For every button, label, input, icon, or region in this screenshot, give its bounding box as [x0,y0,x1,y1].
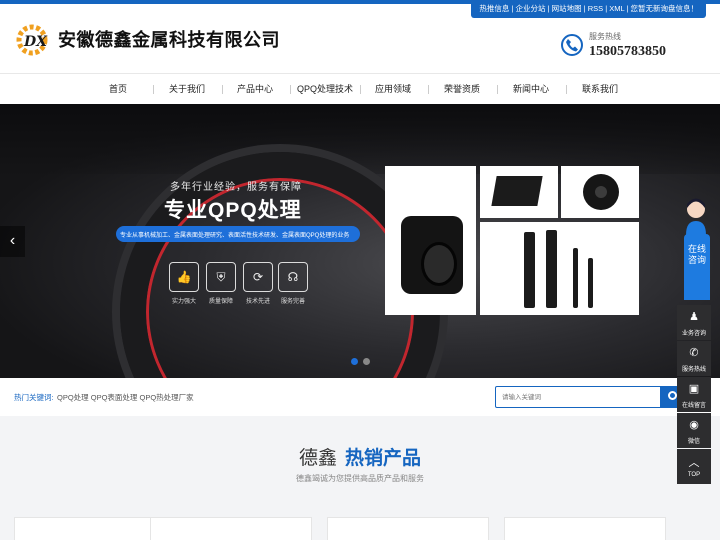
customer-service-avatar-icon[interactable] [683,195,709,235]
banner-prev-button[interactable]: ‹ [0,226,25,257]
side-btn-qq[interactable]: ♟ 业务咨询 [677,305,711,340]
nav-item-applications[interactable]: 应用领域 [358,74,428,104]
nav-item-contact[interactable]: 联系我们 [565,74,635,104]
search-icon [668,391,677,400]
wechat-icon: ◉ [689,419,699,431]
nav-item-qpq[interactable]: QPQ处理技术 [290,74,360,104]
banner-description: 专业从事机械加工、金属表面处理研究、表面活性技术研发、金属表面QPQ处理的业务 [120,233,350,239]
sleeve-part-image [401,216,463,294]
side-btn-wechat[interactable]: ◉ 微信 [677,413,711,448]
online-service-button[interactable]: 在线咨询 [684,234,710,300]
pin-part-image [524,232,535,308]
section-subtitle: 德鑫竭诚为您提供高品质产品和服务 [296,474,424,483]
message-icon: ▣ [688,383,700,395]
top-arrow-icon: ︿ [688,457,700,469]
qq-icon: ♟ [689,311,699,323]
company-name: 安徽德鑫金属科技有限公司 [58,30,280,50]
nav-item-honors[interactable]: 荣誉资质 [427,74,497,104]
feature-label: 实力强大 [171,299,196,305]
side-btn-phone[interactable]: ✆ 服务热线 [677,341,711,376]
pin-part-image [573,248,578,308]
plate-part-image [491,176,543,206]
side-btn-top[interactable]: ︿ TOP [677,449,711,484]
feature-label: 服务完善 [280,299,305,305]
nav-item-about[interactable]: 关于我们 [152,74,222,104]
hotline-label: 服务热线 [589,32,621,41]
nav-item-home[interactable]: 首页 [83,74,153,104]
banner-slogan: 多年行业经验，服务有保障 [170,182,302,193]
hot-keywords-label: 热门关键词: [14,393,54,402]
product-card[interactable] [504,517,666,540]
search-input[interactable] [495,386,661,408]
hero-banner[interactable]: 多年行业经验，服务有保障 专业QPQ处理 专业从事机械加工、金属表面处理研究、表… [0,104,720,378]
disc-part-image [583,174,619,210]
banner-title: 专业QPQ处理 [164,199,302,222]
feature-label: 技术先进 [245,299,270,305]
thumbs-up-icon: 👍 [169,262,199,292]
product-photo-disc [561,166,639,218]
svg-text:DX: DX [23,34,48,50]
product-photo-pins [480,222,639,315]
nav-item-news[interactable]: 新闻中心 [496,74,566,104]
banner-dot[interactable] [363,358,370,365]
section-title: 德鑫 热销产品 [298,448,422,469]
phone-icon: ✆ [689,347,699,359]
phone-icon [561,34,583,56]
hotline-number: 15805783850 [589,44,666,59]
nav-item-products[interactable]: 产品中心 [220,74,290,104]
product-card[interactable] [150,517,312,540]
main-nav: 首页 关于我们 产品中心 QPQ处理技术 应用领域 荣誉资质 新闻中心 联系我们 [0,73,720,104]
product-photo-sleeve [385,166,476,315]
product-card[interactable] [327,517,489,540]
banner-dot-active[interactable] [351,358,358,365]
shield-icon: ⛨ [206,262,236,292]
pin-part-image [588,258,593,308]
share-nodes-icon: ⟳ [243,262,273,292]
headset-icon: ☊ [278,262,308,292]
product-photo-plate [480,166,558,218]
hot-keywords[interactable]: QPQ处理 QPQ表面处理 QPQ热处理厂家 [57,392,194,403]
banner-shade [0,104,720,174]
feature-label: 质量保障 [208,299,233,305]
pin-part-image [546,230,557,308]
header: DX 安徽德鑫金属科技有限公司 服务热线 15805783850 [0,4,720,72]
logo-gear-icon[interactable]: DX [14,22,54,58]
side-btn-message[interactable]: ▣ 在线留言 [677,377,711,412]
